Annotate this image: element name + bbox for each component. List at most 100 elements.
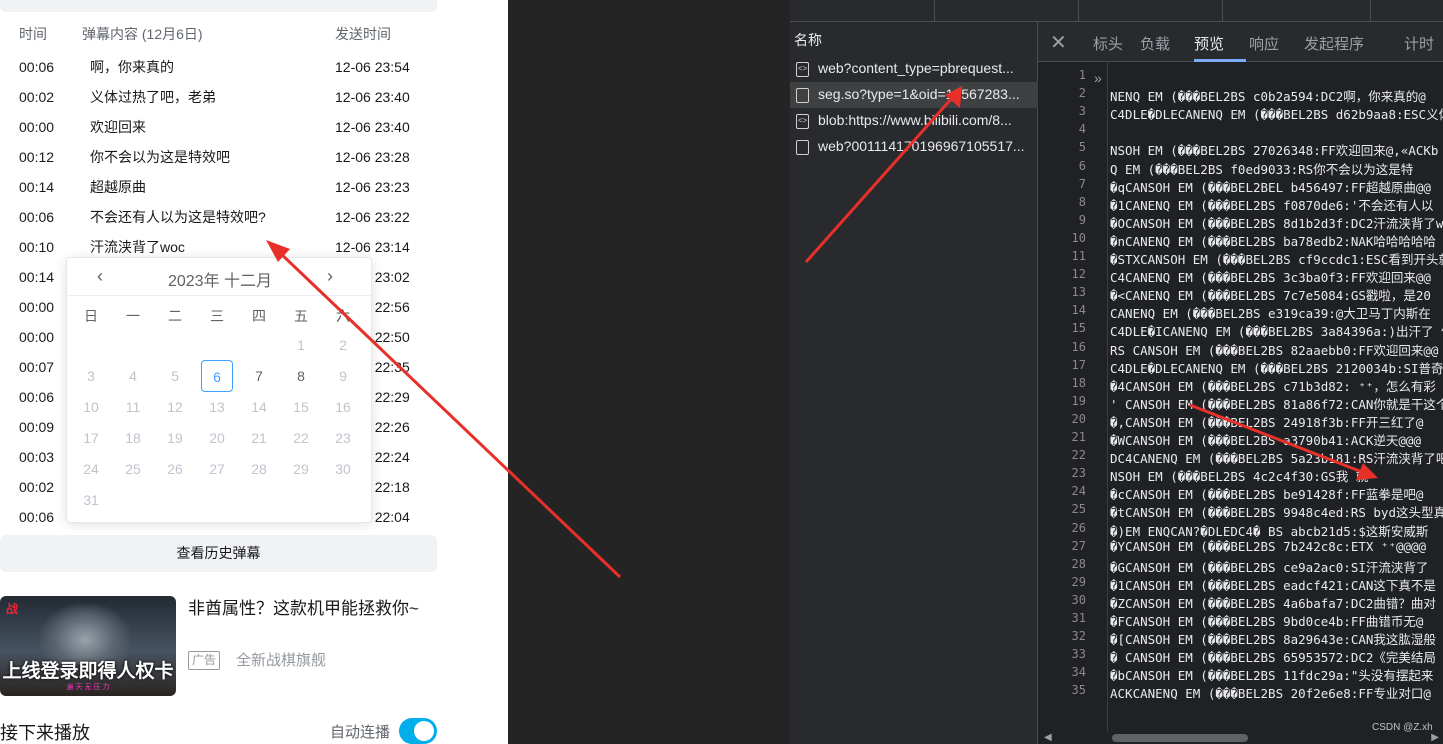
code-line: �tCANSOH EM (���BEL2BS 9948c4ed:RS byd这头… bbox=[1110, 505, 1443, 521]
calendar-day[interactable]: 12 bbox=[159, 391, 191, 423]
calendar-day[interactable]: 3 bbox=[75, 360, 107, 392]
calendar-day[interactable]: 26 bbox=[159, 453, 191, 485]
tab-1[interactable]: 负载 bbox=[1140, 33, 1170, 54]
tab-2[interactable]: 预览 bbox=[1194, 33, 1224, 54]
calendar-day[interactable]: 7 bbox=[243, 360, 275, 392]
line-number: 10 bbox=[1071, 230, 1086, 245]
line-number: 8 bbox=[1078, 194, 1086, 209]
request-row[interactable]: seg.so?type=1&oid=13567283... bbox=[790, 82, 1038, 108]
danmaku-time: 00:12 bbox=[19, 149, 55, 165]
code-line: � CANSOH EM (���BEL2BS 65953572:DC2《完美结局 bbox=[1110, 650, 1436, 666]
code-line: �)EM ENQCAN?�DLEDC4� BS abcb21d5:$这斯安威斯 bbox=[1110, 523, 1429, 539]
calendar-day[interactable]: 20 bbox=[201, 422, 233, 454]
code-line: �4CANSOH EM (���BEL2BS c71b3d82: ⁺⁺，怎么有彩 bbox=[1110, 378, 1436, 394]
ad-subtitle[interactable]: 全新战棋旗舰 bbox=[236, 651, 326, 671]
danmaku-time: 00:10 bbox=[19, 239, 55, 255]
close-icon[interactable]: ✕ bbox=[1050, 30, 1067, 55]
calendar-day[interactable]: 1 bbox=[285, 329, 317, 361]
code-line: CANENQ EM (���BEL2BS e319ca39:@大卫马丁内斯在 bbox=[1110, 306, 1431, 322]
expand-icon[interactable]: » bbox=[1094, 70, 1102, 86]
request-row[interactable]: web?001114170196967105517... bbox=[790, 134, 1038, 160]
calendar-day[interactable]: 10 bbox=[75, 391, 107, 423]
danmaku-row[interactable]: 00:02 义体过热了吧，老弟 12-06 23:40 bbox=[0, 82, 437, 112]
calendar-day[interactable]: 13 bbox=[201, 391, 233, 423]
danmaku-row[interactable]: 00:00 欢迎回来 12-06 23:40 bbox=[0, 112, 437, 142]
tab-0[interactable]: 标头 bbox=[1093, 33, 1123, 54]
code-line: C4DLE�DLECANENQ EM (���BEL2BS d62b9aa8:E… bbox=[1110, 107, 1443, 123]
ad-image-subcaption: 遍 天 无 压 力 bbox=[66, 684, 110, 691]
calendar-day[interactable]: 25 bbox=[117, 453, 149, 485]
danmaku-time: 00:14 bbox=[19, 179, 55, 195]
calendar-day[interactable]: 8 bbox=[285, 360, 317, 392]
danmaku-row[interactable]: 00:12 你不会以为这是特效吧 12-06 23:28 bbox=[0, 142, 437, 172]
code-line: �nCANENQ EM (���BEL2BS ba78edb2:NAK哈哈哈哈哈 bbox=[1110, 233, 1436, 249]
scrollbar-thumb[interactable] bbox=[1112, 734, 1248, 742]
autoplay-toggle[interactable] bbox=[399, 718, 437, 744]
calendar-day[interactable]: 29 bbox=[285, 453, 317, 485]
calendar-day[interactable]: 31 bbox=[75, 484, 107, 516]
next-month-button[interactable]: › bbox=[327, 266, 333, 287]
calendar-day[interactable]: 15 bbox=[285, 391, 317, 423]
col-sent-header[interactable]: 发送时间 bbox=[335, 24, 391, 44]
tab-3[interactable]: 响应 bbox=[1249, 33, 1279, 54]
code-line: �,CANSOH EM (���BEL2BS 24918f3b:FF开三红了@ bbox=[1110, 414, 1424, 430]
calendar-day[interactable]: 6 bbox=[201, 360, 233, 392]
calendar-day[interactable]: 19 bbox=[159, 422, 191, 454]
danmaku-row[interactable]: 00:06 啊，你来真的 12-06 23:54 bbox=[0, 52, 437, 82]
calendar-day[interactable]: 2 bbox=[327, 329, 359, 361]
code-line: �GCANSOH EM (���BEL2BS ce9a2ac0:SI汗流浃背了 bbox=[1110, 559, 1429, 575]
calendar-day[interactable]: 28 bbox=[243, 453, 275, 485]
code-line: �FCANSOH EM (���BEL2BS 9bd0ce4b:FF曲错币无@ bbox=[1110, 614, 1424, 629]
line-number: 3 bbox=[1078, 104, 1086, 119]
col-content-header[interactable]: 弹幕内容 (12月6日) bbox=[82, 24, 203, 44]
danmaku-row[interactable]: 00:06 不会还有人以为这是特效吧? 12-06 23:22 bbox=[0, 202, 437, 232]
line-number: 11 bbox=[1071, 249, 1086, 263]
request-row[interactable]: <> blob:https://www.bilibili.com/8... bbox=[790, 108, 1038, 134]
calendar-day[interactable]: 14 bbox=[243, 391, 275, 423]
code-line: �1CANSOH EM (���BEL2BS eadcf421:CAN这下真不是 bbox=[1110, 577, 1436, 593]
col-time-header[interactable]: 时间 bbox=[19, 24, 47, 44]
calendar-day[interactable]: 11 bbox=[117, 391, 149, 423]
code-line: �qCANSOH EM (���BEL2BEL b456497:FF超越原曲@@ bbox=[1110, 179, 1431, 195]
weekday-label: 三 bbox=[210, 308, 224, 324]
danmaku-row[interactable]: 00:14 超越原曲 12-06 23:23 bbox=[0, 172, 437, 202]
scroll-right-icon[interactable]: ▶ bbox=[1431, 732, 1439, 743]
toggle-knob bbox=[414, 721, 434, 741]
tab-5[interactable]: 计时 bbox=[1404, 33, 1434, 54]
line-number: 18 bbox=[1071, 375, 1086, 390]
calendar-day[interactable]: 17 bbox=[75, 422, 107, 454]
calendar-day[interactable]: 4 bbox=[117, 360, 149, 392]
danmaku-time: 00:06 bbox=[19, 209, 55, 225]
weekday-label: 五 bbox=[294, 308, 308, 324]
code-line: ACKCANENQ EM (���BEL2BS 20f2e6e8:FF专业对口@ bbox=[1110, 686, 1431, 702]
name-column-header[interactable]: 名称 bbox=[794, 30, 822, 50]
line-number: 16 bbox=[1071, 339, 1086, 354]
ad-thumbnail[interactable]: 战 上线登录即得人权卡 遍 天 无 压 力 bbox=[0, 596, 176, 696]
weekday-label: 一 bbox=[126, 308, 140, 324]
ad-title[interactable]: 非酋属性？这款机甲能拯救你~ bbox=[188, 596, 438, 621]
request-row[interactable]: <> web?content_type=pbrequest... bbox=[790, 56, 1038, 82]
scroll-left-icon[interactable]: ◀ bbox=[1044, 732, 1052, 743]
request-name: seg.so?type=1&oid=13567283... bbox=[818, 86, 1020, 102]
calendar-day[interactable]: 24 bbox=[75, 453, 107, 485]
danmaku-sent-time: 12-06 23:40 bbox=[335, 89, 410, 105]
calendar-day[interactable]: 27 bbox=[201, 453, 233, 485]
line-number: 17 bbox=[1071, 357, 1086, 372]
line-number: 32 bbox=[1071, 629, 1086, 644]
calendar-day[interactable]: 22 bbox=[285, 422, 317, 454]
line-number: 4 bbox=[1078, 122, 1086, 137]
calendar-day[interactable]: 18 bbox=[117, 422, 149, 454]
code-line: �1CANENQ EM (���BEL2BS f0870de6:'不会还有人以 bbox=[1110, 197, 1434, 213]
code-line: �cCANSOH EM (���BEL2BS be91428f:FF蓝拳是吧@ bbox=[1110, 487, 1424, 503]
calendar-day[interactable]: 23 bbox=[327, 422, 359, 454]
line-number: 28 bbox=[1071, 556, 1086, 571]
calendar-day[interactable]: 5 bbox=[159, 360, 191, 392]
calendar-day[interactable]: 30 bbox=[327, 453, 359, 485]
horizontal-scrollbar[interactable]: ◀ ▶ bbox=[1038, 732, 1443, 744]
calendar-day[interactable]: 16 bbox=[327, 391, 359, 423]
calendar-day[interactable]: 9 bbox=[327, 360, 359, 392]
tab-4[interactable]: 发起程序 bbox=[1304, 33, 1364, 54]
preview-pane[interactable]: » 1 2 NENQ EM (���BEL2BS c0b2a594:DC2啊，你来真… bbox=[1038, 62, 1443, 732]
calendar-day[interactable]: 21 bbox=[243, 422, 275, 454]
history-danmaku-button[interactable]: 查看历史弹幕 bbox=[0, 535, 437, 572]
